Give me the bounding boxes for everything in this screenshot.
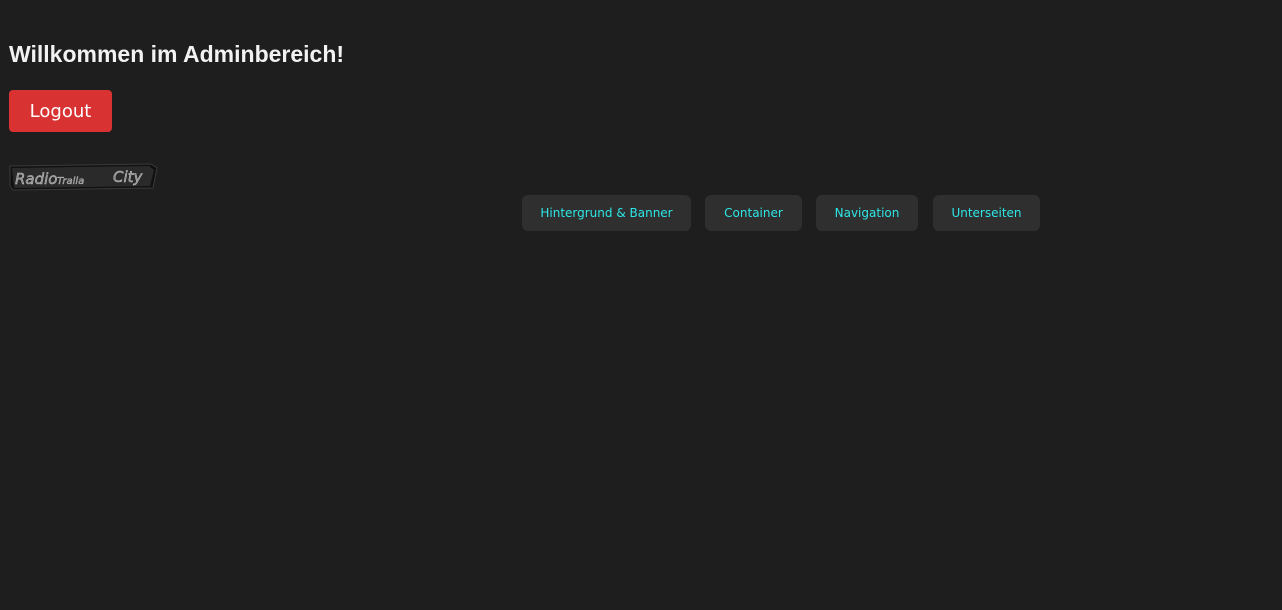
nav-button-container[interactable]: Container	[705, 195, 802, 231]
site-logo: Radio Tralla City	[9, 163, 158, 191]
logo-text-tralla: Tralla	[57, 176, 84, 187]
logo-text-radio: Radio	[15, 170, 57, 188]
admin-page: Willkommen im Adminbereich! Logout Radio…	[0, 0, 1282, 610]
nav-button-navigation[interactable]: Navigation	[816, 195, 918, 231]
logo-text-city: City	[113, 168, 144, 186]
nav-button-unterseiten[interactable]: Unterseiten	[933, 195, 1040, 231]
page-title: Willkommen im Adminbereich!	[9, 41, 345, 67]
nav-button-hintergrund-banner[interactable]: Hintergrund & Banner	[522, 195, 691, 231]
logout-button[interactable]: Logout	[9, 90, 112, 132]
